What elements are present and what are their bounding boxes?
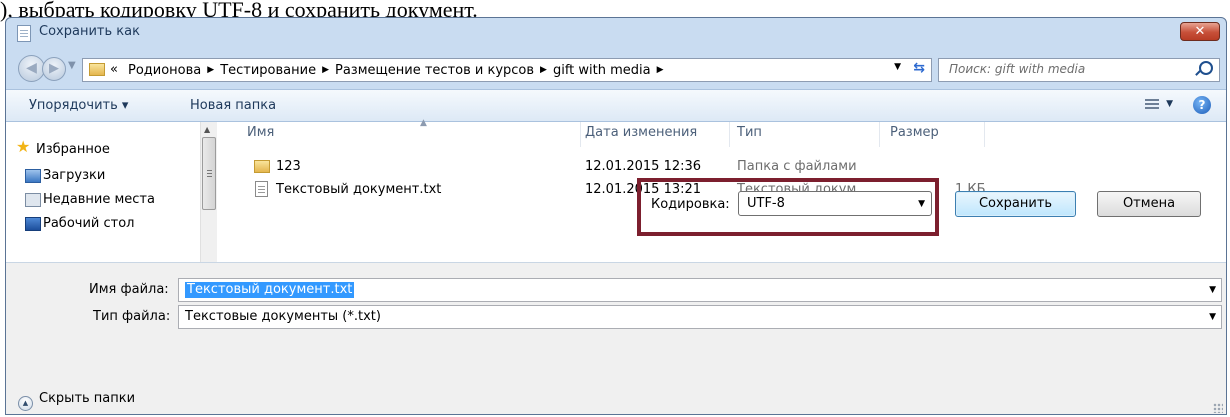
- filename-field[interactable]: Текстовый документ.txt ▼: [178, 278, 1222, 302]
- filename-label: Имя файла:: [89, 282, 169, 297]
- breadcrumb-item[interactable]: gift with media: [549, 63, 655, 78]
- command-bar: Упорядочить ▾ Новая папка ▼ ?: [6, 89, 1226, 122]
- downloads-icon: [25, 169, 41, 183]
- collapse-up-icon: ▲: [18, 396, 33, 411]
- search-icon[interactable]: [1199, 61, 1213, 75]
- scrollbar-thumb[interactable]: [202, 137, 216, 210]
- breadcrumb-item[interactable]: Родионова: [124, 63, 205, 78]
- filename-input[interactable]: Текстовый документ.txt: [185, 282, 355, 298]
- breadcrumb: Родионова ▶ Тестирование ▶ Размещение те…: [124, 59, 666, 81]
- crumb-overflow[interactable]: «: [110, 62, 118, 77]
- chevron-right-icon[interactable]: ▶: [320, 65, 331, 75]
- column-header-type[interactable]: Тип: [727, 122, 880, 147]
- recent-places-icon: [25, 193, 41, 207]
- sidebar-item-downloads[interactable]: Загрузки: [25, 168, 105, 183]
- file-name: Текстовый документ.txt: [276, 182, 442, 197]
- navigation-bar: ◀ ▶ ▼ « Родионова ▶ Тестирование ▶ Разме…: [6, 52, 1226, 86]
- save-form: Имя файла: Текстовый документ.txt ▼ Тип …: [6, 262, 1226, 414]
- refresh-icon[interactable]: ⇆: [913, 60, 925, 76]
- chevron-down-icon[interactable]: ▼: [1209, 312, 1216, 322]
- table-row[interactable]: 123 12.01.2015 12:36 Папка с файлами: [217, 157, 1226, 177]
- window-title: Сохранить как: [39, 24, 140, 39]
- resize-grip[interactable]: [1213, 403, 1223, 413]
- file-name: 123: [276, 159, 301, 174]
- column-header-name[interactable]: Имя ▲: [237, 118, 581, 147]
- encoding-value: UTF-8: [747, 196, 785, 211]
- file-type: Папка с файлами: [737, 159, 857, 174]
- sort-ascending-icon: ▲: [420, 118, 427, 128]
- chevron-down-icon[interactable]: ▼: [1209, 285, 1216, 295]
- organize-button[interactable]: Упорядочить ▾: [29, 98, 128, 113]
- desktop-icon: [25, 217, 41, 231]
- folder-icon: [89, 63, 105, 76]
- back-button[interactable]: ◀: [18, 55, 45, 82]
- chevron-down-icon[interactable]: ▼: [918, 199, 925, 209]
- address-dropdown-icon[interactable]: ▼: [894, 62, 901, 72]
- forward-button[interactable]: ▶: [42, 57, 66, 81]
- filetype-select[interactable]: Текстовые документы (*.txt) ▼: [178, 305, 1222, 329]
- folder-icon: [254, 160, 270, 173]
- file-date: 12.01.2015 12:36: [585, 159, 702, 174]
- chevron-right-icon[interactable]: ▶: [655, 65, 666, 75]
- sidebar-item-favorites[interactable]: ★ Избранное: [16, 139, 110, 158]
- view-dropdown-icon[interactable]: ▼: [1166, 99, 1173, 109]
- chevron-right-icon[interactable]: ▶: [205, 65, 216, 75]
- encoding-select[interactable]: UTF-8 ▼: [738, 191, 932, 216]
- search-box[interactable]: Поиск: gift with media: [938, 58, 1220, 82]
- search-input[interactable]: Поиск: gift with media: [949, 62, 1085, 76]
- title-bar: Сохранить как ✕: [6, 18, 1226, 52]
- sidebar-item-recent-places[interactable]: Недавние места: [25, 192, 155, 207]
- filetype-value: Текстовые документы (*.txt): [185, 309, 381, 324]
- chevron-right-icon[interactable]: ▶: [538, 65, 549, 75]
- filetype-label: Тип файла:: [93, 309, 171, 324]
- scroll-up-icon[interactable]: ▲: [204, 125, 210, 134]
- navigation-scrollbar[interactable]: ▲: [200, 122, 217, 262]
- history-dropdown-icon[interactable]: ▼: [68, 60, 76, 71]
- column-header-size[interactable]: Размер: [880, 122, 985, 147]
- address-bar[interactable]: « Родионова ▶ Тестирование ▶ Размещение …: [82, 58, 932, 82]
- star-icon: ★: [16, 137, 31, 156]
- sidebar-item-desktop[interactable]: Рабочий стол: [25, 216, 134, 231]
- view-options-icon[interactable]: [1145, 99, 1159, 111]
- encoding-label: Кодировка:: [651, 197, 730, 212]
- text-file-icon: [255, 181, 268, 197]
- column-header-date[interactable]: Дата изменения: [575, 122, 730, 147]
- breadcrumb-item[interactable]: Тестирование: [216, 63, 320, 78]
- help-icon[interactable]: ?: [1193, 96, 1211, 114]
- new-folder-button[interactable]: Новая папка: [190, 98, 276, 113]
- breadcrumb-item[interactable]: Размещение тестов и курсов: [331, 63, 538, 78]
- cancel-button[interactable]: Отмена: [1097, 191, 1201, 217]
- document-icon: [17, 25, 31, 42]
- save-button[interactable]: Сохранить: [955, 191, 1076, 217]
- close-button[interactable]: ✕: [1180, 22, 1220, 41]
- hide-folders-button[interactable]: ▲ Скрыть папки: [18, 391, 135, 411]
- navigation-pane: ★ Избранное Загрузки Недавние места Рабо…: [6, 122, 200, 262]
